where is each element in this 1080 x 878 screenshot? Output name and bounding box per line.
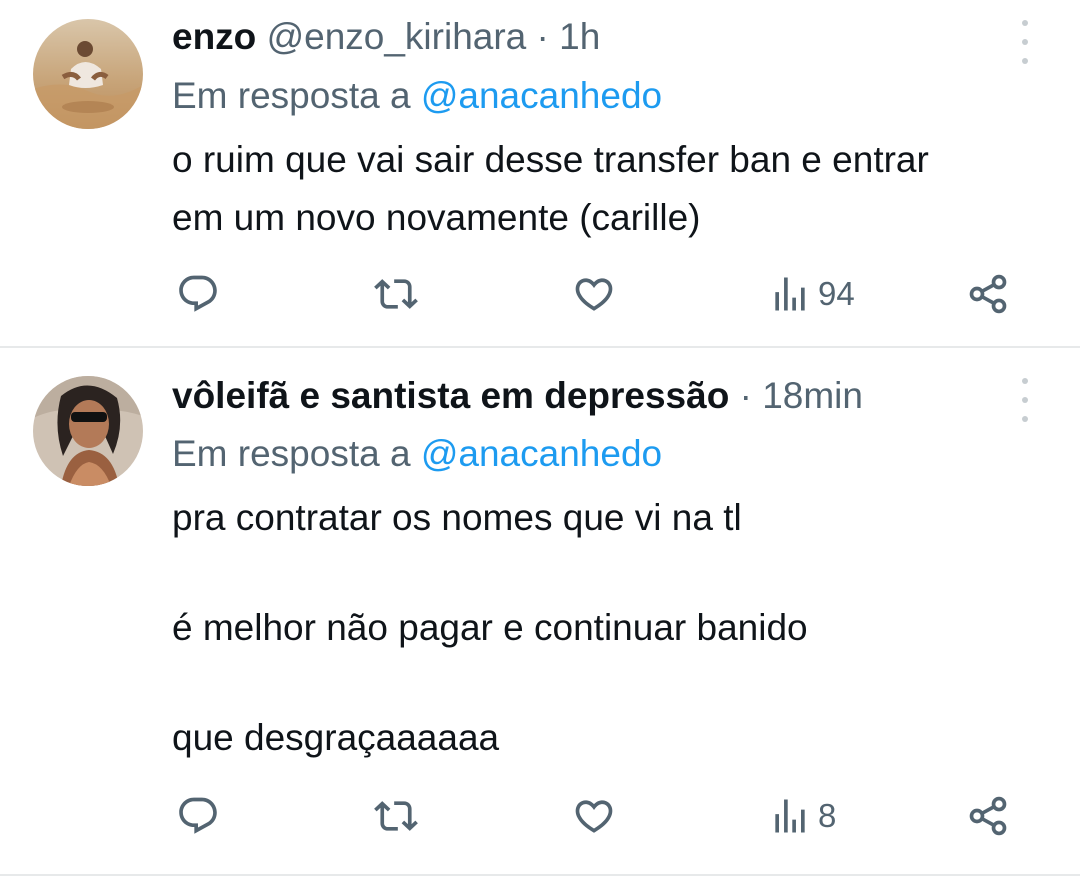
- tweet-header: enzo @enzo_kirihara · 1h: [172, 17, 600, 57]
- share-button[interactable]: [966, 792, 1010, 840]
- separator-dot: ·: [739, 375, 752, 416]
- separator-dot: ·: [536, 16, 549, 57]
- share-button[interactable]: [966, 270, 1010, 318]
- more-icon[interactable]: [1010, 378, 1040, 422]
- share-icon: [969, 274, 1007, 314]
- like-icon: [575, 278, 613, 311]
- avatar[interactable]: [33, 19, 143, 129]
- tweet[interactable]: vôleifã e santista em depressão · 18min …: [0, 348, 1080, 878]
- views-icon: [775, 277, 805, 311]
- user-handle[interactable]: @enzo_kirihara: [267, 16, 527, 57]
- mention-link[interactable]: @anacanhedo: [421, 433, 662, 474]
- tweet-header: vôleifã e santista em depressão · 18min: [172, 376, 863, 416]
- retweet-icon: [374, 279, 418, 309]
- display-name[interactable]: vôleifã e santista em depressão: [172, 375, 729, 416]
- action-bar: 8: [0, 792, 1080, 840]
- views-count: 8: [818, 797, 837, 834]
- replying-to: Em resposta a @anacanhedo: [172, 434, 662, 474]
- retweet-button[interactable]: [374, 792, 418, 840]
- views-button[interactable]: 8: [768, 792, 836, 840]
- share-icon: [969, 796, 1007, 836]
- timestamp[interactable]: 1h: [559, 16, 600, 57]
- like-icon: [575, 800, 613, 833]
- retweet-button[interactable]: [374, 270, 418, 318]
- like-button[interactable]: [572, 270, 616, 318]
- reply-icon: [179, 797, 217, 834]
- tweet-text: o ruim que vai sair desse transfer ban e…: [172, 139, 929, 238]
- reply-button[interactable]: [176, 270, 220, 318]
- tweet-text: pra contratar os nomes que vi na tl é me…: [172, 497, 808, 758]
- action-bar: 94: [0, 270, 1080, 318]
- timestamp[interactable]: 18min: [762, 375, 863, 416]
- views-button[interactable]: 94: [768, 270, 855, 318]
- replying-prefix: Em resposta a: [172, 433, 421, 474]
- reply-button[interactable]: [176, 792, 220, 840]
- avatar[interactable]: [33, 376, 143, 486]
- more-icon[interactable]: [1010, 20, 1040, 64]
- reply-icon: [179, 275, 217, 312]
- replying-prefix: Em resposta a: [172, 75, 421, 116]
- display-name[interactable]: enzo: [172, 16, 256, 57]
- mention-link[interactable]: @anacanhedo: [421, 75, 662, 116]
- tweet[interactable]: enzo @enzo_kirihara · 1h Em resposta a @…: [0, 0, 1080, 346]
- divider: [0, 874, 1080, 876]
- replying-to: Em resposta a @anacanhedo: [172, 76, 662, 116]
- retweet-icon: [374, 801, 418, 831]
- like-button[interactable]: [572, 792, 616, 840]
- views-icon: [775, 799, 805, 833]
- views-count: 94: [818, 275, 855, 312]
